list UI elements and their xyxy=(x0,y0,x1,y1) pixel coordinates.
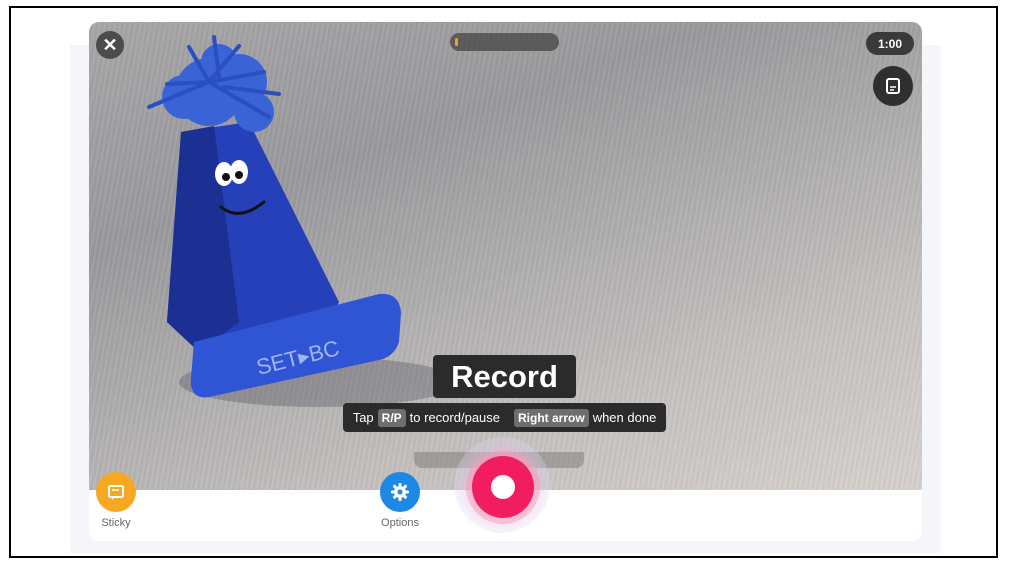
notes-button[interactable] xyxy=(873,66,913,106)
hint-text-middle: to record/pause xyxy=(409,410,501,425)
time-limit-badge: 1:00 xyxy=(866,32,914,55)
sticky-button[interactable] xyxy=(96,472,136,512)
hint-text-before: Tap xyxy=(352,410,374,425)
record-title: Record xyxy=(433,355,576,398)
sticky-note-icon xyxy=(108,485,124,500)
options-button[interactable] xyxy=(380,472,420,512)
record-hint: Tap R/P to record/pause Right arrow when… xyxy=(343,403,666,432)
progress-fill xyxy=(455,38,458,46)
options-tool[interactable]: Options xyxy=(380,472,420,529)
record-icon xyxy=(491,475,515,499)
timer-label: 1:00 xyxy=(877,36,903,51)
recorder-window: SET▸BC ✕ 1:00 Record Tap R/P to record/p… xyxy=(89,22,922,541)
gear-icon xyxy=(391,483,409,501)
hint-key-right-arrow: Right arrow xyxy=(514,408,589,427)
options-label: Options xyxy=(381,517,419,529)
hint-key-rp: R/P xyxy=(377,408,406,427)
notes-icon xyxy=(886,78,900,94)
sticky-label: Sticky xyxy=(101,517,131,529)
recording-progress-bar xyxy=(450,33,559,51)
record-button[interactable] xyxy=(472,456,534,518)
hint-text-after: when done xyxy=(592,410,657,425)
close-button[interactable]: ✕ xyxy=(96,31,124,59)
close-icon: ✕ xyxy=(102,34,118,55)
sticky-tool[interactable]: Sticky xyxy=(96,472,136,529)
